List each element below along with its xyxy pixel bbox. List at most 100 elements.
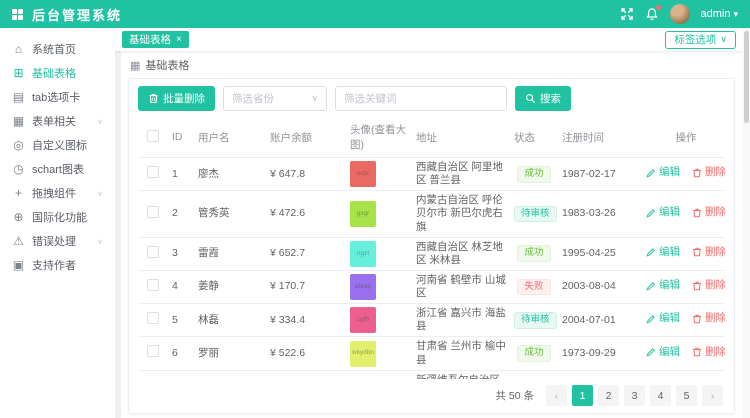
search-button[interactable]: 搜索 bbox=[515, 86, 571, 111]
select-all-checkbox[interactable] bbox=[147, 130, 159, 142]
col-address: 地址 bbox=[412, 118, 510, 158]
user-menu[interactable]: admin ▾ bbox=[701, 8, 739, 20]
sidebar-item-label: tab选项卡 bbox=[32, 89, 80, 105]
status-badge: 成功 bbox=[517, 245, 550, 262]
page-button-5[interactable]: 5 bbox=[676, 385, 697, 406]
edit-button[interactable]: 编辑 bbox=[646, 312, 680, 325]
row-checkbox[interactable] bbox=[147, 345, 159, 357]
fullscreen-icon[interactable] bbox=[620, 7, 634, 21]
status-badge: 待审核 bbox=[514, 312, 557, 329]
edit-button[interactable]: 编辑 bbox=[646, 206, 680, 219]
chevron-down-icon: ▾ bbox=[733, 9, 738, 20]
chevron-down-icon: ∨ bbox=[720, 34, 727, 45]
next-page-button[interactable]: › bbox=[702, 385, 723, 406]
search-icon bbox=[525, 93, 536, 104]
trash-icon bbox=[692, 168, 702, 178]
cell-reg-date: 1995-04-25 bbox=[558, 237, 642, 270]
table-card: 批量删除 筛选省份 ∨ 搜索 bbox=[128, 78, 735, 414]
page-button-4[interactable]: 4 bbox=[650, 385, 671, 406]
cell-id: 7 bbox=[168, 370, 194, 379]
trash-icon bbox=[692, 347, 702, 357]
row-checkbox[interactable] bbox=[147, 246, 159, 258]
edit-button[interactable]: 编辑 bbox=[646, 246, 680, 259]
delete-button[interactable]: 删除 bbox=[692, 312, 725, 325]
edit-button[interactable]: 编辑 bbox=[646, 346, 680, 359]
edit-button[interactable]: 编辑 bbox=[646, 166, 680, 179]
avatar[interactable]: wkydbn bbox=[350, 341, 376, 367]
page-button-3[interactable]: 3 bbox=[624, 385, 645, 406]
trash-icon bbox=[692, 247, 702, 257]
delete-button[interactable]: 删除 bbox=[692, 279, 725, 292]
delete-button[interactable]: 删除 bbox=[692, 206, 725, 219]
cell-address: 浙江省 嘉兴市 海盐县 bbox=[412, 304, 510, 337]
warning-icon: ⚠ bbox=[12, 234, 25, 248]
sidebar-item-系统首页[interactable]: ⌂ 系统首页 bbox=[0, 37, 115, 61]
row-checkbox[interactable] bbox=[147, 279, 159, 291]
i18n-icon: ⊕ bbox=[12, 210, 25, 224]
cell-address: 河南省 鹤壁市 山城区 bbox=[412, 270, 510, 303]
status-badge: 成功 bbox=[517, 166, 550, 183]
avatar[interactable]: gxgr bbox=[350, 201, 376, 227]
sidebar-item-支持作者[interactable]: ▣ 支持作者 bbox=[0, 253, 115, 277]
user-avatar[interactable] bbox=[670, 4, 690, 24]
edit-button[interactable]: 编辑 bbox=[646, 279, 680, 292]
chevron-down-icon: ∨ bbox=[311, 93, 318, 104]
sidebar-item-拖拽组件[interactable]: + 拖拽组件 ∨ bbox=[0, 181, 115, 205]
avatar[interactable]: ectx bbox=[350, 161, 376, 187]
app-logo-grid-icon bbox=[12, 9, 23, 20]
tab-bar: 基础表格 × 标签选项 ∨ bbox=[115, 28, 743, 51]
table-row: 7 郑伟 ¥ 488.6 mshvu 新疆维吾尔自治区 克孜勒苏柯尔克孜自治州 … bbox=[138, 370, 725, 379]
province-select[interactable]: 筛选省份 ∨ bbox=[223, 86, 327, 111]
sidebar-item-tab选项卡[interactable]: ▤ tab选项卡 bbox=[0, 85, 115, 109]
tag-options-button[interactable]: 标签选项 ∨ bbox=[665, 31, 736, 49]
sidebar-item-错误处理[interactable]: ⚠ 错误处理 ∨ bbox=[0, 229, 115, 253]
sidebar-item-label: 拖拽组件 bbox=[32, 185, 76, 201]
scrollbar-thumb[interactable] bbox=[744, 31, 749, 123]
tab-basic-table[interactable]: 基础表格 × bbox=[122, 31, 189, 48]
chart-icon: ◷ bbox=[12, 162, 25, 176]
table-row: 4 姜静 ¥ 170.7 afeap 河南省 鹤壁市 山城区 失败 2003-0… bbox=[138, 270, 725, 303]
trash-icon bbox=[148, 93, 159, 104]
avatar[interactable]: cgfh bbox=[350, 307, 376, 333]
page-button-2[interactable]: 2 bbox=[598, 385, 619, 406]
breadcrumb: ▦ 基础表格 bbox=[130, 57, 735, 73]
bell-icon[interactable] bbox=[645, 7, 659, 21]
sidebar-item-基础表格[interactable]: ⊞ 基础表格 bbox=[0, 61, 115, 85]
scrollbar-track[interactable] bbox=[743, 28, 750, 418]
row-checkbox[interactable] bbox=[147, 206, 159, 218]
status-badge: 失败 bbox=[517, 279, 550, 296]
sidebar-item-label: 表单相关 bbox=[32, 113, 76, 129]
sidebar-item-自定义图标[interactable]: ◎ 自定义图标 bbox=[0, 133, 115, 157]
cell-username: 廖杰 bbox=[194, 158, 266, 191]
sidebar-item-schart图表[interactable]: ◷ schart图表 bbox=[0, 157, 115, 181]
sidebar-item-label: 国际化功能 bbox=[32, 209, 87, 225]
row-checkbox[interactable] bbox=[147, 166, 159, 178]
app-header: 后台管理系统 admin ▾ bbox=[0, 0, 750, 28]
status-badge: 待审核 bbox=[514, 206, 557, 223]
avatar[interactable]: afeap bbox=[350, 274, 376, 300]
cell-username: 管秀英 bbox=[194, 191, 266, 237]
cell-balance: ¥ 488.6 bbox=[266, 370, 346, 379]
sidebar-item-国际化功能[interactable]: ⊕ 国际化功能 bbox=[0, 205, 115, 229]
sidebar-item-label: schart图表 bbox=[32, 161, 84, 177]
app-title: 后台管理系统 bbox=[32, 5, 122, 24]
close-icon[interactable]: × bbox=[176, 35, 182, 45]
delete-button[interactable]: 删除 bbox=[692, 346, 725, 359]
chevron-down-icon: ∨ bbox=[97, 189, 103, 196]
prev-page-button[interactable]: ‹ bbox=[546, 385, 567, 406]
cell-address: 甘肃省 兰州市 榆中县 bbox=[412, 337, 510, 370]
trash-icon bbox=[692, 314, 702, 324]
page-button-1[interactable]: 1 bbox=[572, 385, 593, 406]
cell-balance: ¥ 647.8 bbox=[266, 158, 346, 191]
delete-button[interactable]: 删除 bbox=[692, 166, 725, 179]
cell-id: 3 bbox=[168, 237, 194, 270]
avatar[interactable]: ngzt bbox=[350, 241, 376, 267]
trash-icon bbox=[692, 281, 702, 291]
sidebar-item-表单相关[interactable]: ▦ 表单相关 ∨ bbox=[0, 109, 115, 133]
batch-delete-button[interactable]: 批量删除 bbox=[138, 86, 215, 111]
delete-button[interactable]: 删除 bbox=[692, 246, 725, 259]
row-checkbox[interactable] bbox=[147, 312, 159, 324]
cell-id: 1 bbox=[168, 158, 194, 191]
users-table: ID 用户名 账户余额 头像(查看大图) 地址 状态 注册时间 操作 1 廖杰 … bbox=[138, 118, 725, 379]
keyword-input[interactable] bbox=[335, 86, 507, 111]
